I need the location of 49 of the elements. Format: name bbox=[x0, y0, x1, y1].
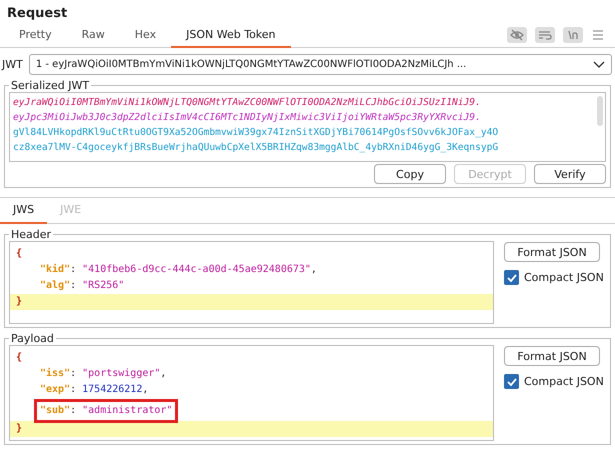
checkbox[interactable] bbox=[504, 374, 519, 389]
format-json-button[interactable]: Format JSON bbox=[504, 346, 600, 366]
brace: { bbox=[16, 352, 22, 363]
token-type-tab[interactable]: JWS bbox=[0, 198, 48, 224]
json-editor[interactable]: { "kid": "410fbeb6-d9cc-444c-a00d-45ae92480673", "alg": "RS256" } bbox=[9, 241, 494, 324]
colon: : bbox=[70, 264, 76, 275]
colon: : bbox=[70, 368, 76, 379]
section-legend: Header bbox=[9, 228, 54, 241]
colon: : bbox=[70, 280, 76, 291]
chevron-down-icon bbox=[593, 60, 605, 68]
comma: , bbox=[160, 368, 166, 379]
json-key: "kid" bbox=[40, 264, 70, 275]
jwt-dropdown[interactable]: 1 - eyJraWQiOiI0MTBmYmViNi1kOWNjLTQ0NGMtYTAwZC00NWFlOTI0ODA2NzMiLCJh ... bbox=[28, 54, 612, 75]
newline-icon[interactable] bbox=[563, 27, 583, 43]
menu-icon[interactable] bbox=[591, 29, 605, 41]
comma: , bbox=[142, 384, 148, 395]
view-tab[interactable]: Raw bbox=[66, 25, 120, 48]
view-tab[interactable]: Pretty bbox=[4, 25, 67, 48]
json-value: "portswigger" bbox=[82, 368, 160, 379]
comma: , bbox=[310, 264, 317, 275]
hidden-eye-icon[interactable] bbox=[507, 27, 527, 43]
format-json-button[interactable]: Format JSON bbox=[504, 242, 600, 262]
colon: : bbox=[70, 384, 76, 395]
section-legend: Serialized JWT bbox=[9, 79, 92, 92]
action-button[interactable]: Copy bbox=[374, 164, 446, 184]
view-tab[interactable]: Hex bbox=[120, 25, 172, 48]
json-value: 1754226212 bbox=[82, 384, 142, 395]
panel-title: Request bbox=[6, 5, 68, 23]
json-value: "administrator" bbox=[82, 405, 172, 416]
token-text-area[interactable]: eyJraWQiOiI0MTBmYmViNi1kOWNjLTQ0NGMtYTAwZC00NWFlOTI0ODA2NzMiLCJhbGciOiJSUzI1NiJ9. eyJpc3MiOiJwb3J0c3dpZ2dlciIsImV4cCI6MTc1NDIyNjIxMiwic3ViIjoiYWRtaW5pc3RyYXRvciJ9. gVl84LVHkopdRKl9uCtRtu0OGT9Xa52OGmbmvwiW39gx74IznSitXGDjYBi70614PgOsfSOvv6kJOFax_y4O cz8xea7lMV-C4goceykfjBRsBueWrjhaQUuwbCpXelX5BRIHZqw83mggAlbC_4ybRXniD46ygG_3KeqnsypG bbox=[9, 92, 606, 162]
brace: { bbox=[16, 248, 22, 259]
json-value: "RS256" bbox=[82, 280, 124, 291]
json-value: "410fbeb6-d9cc-444c-a00d-45ae92480673" bbox=[82, 264, 311, 275]
brace: } bbox=[16, 423, 22, 434]
action-button[interactable]: Verify bbox=[534, 164, 606, 184]
json-key: "exp" bbox=[40, 384, 70, 395]
wrap-lines-icon[interactable] bbox=[535, 27, 555, 43]
colon: : bbox=[70, 405, 76, 416]
json-key: "iss" bbox=[40, 368, 70, 379]
view-tab[interactable]: JSON Web Token bbox=[171, 25, 291, 48]
checkbox-label: Compact JSON bbox=[524, 375, 604, 388]
checkbox-label: Compact JSON bbox=[524, 271, 604, 284]
jwt-label: JWT bbox=[2, 58, 23, 71]
json-editor[interactable]: { "iss": "portswigger", "exp": 1754226212, "sub": "administrator" } bbox=[9, 345, 494, 441]
checkbox[interactable] bbox=[504, 270, 519, 285]
json-key: "alg" bbox=[40, 280, 70, 291]
brace: } bbox=[16, 296, 22, 307]
json-key: "sub" bbox=[40, 405, 70, 416]
section-legend: Payload bbox=[9, 332, 56, 345]
